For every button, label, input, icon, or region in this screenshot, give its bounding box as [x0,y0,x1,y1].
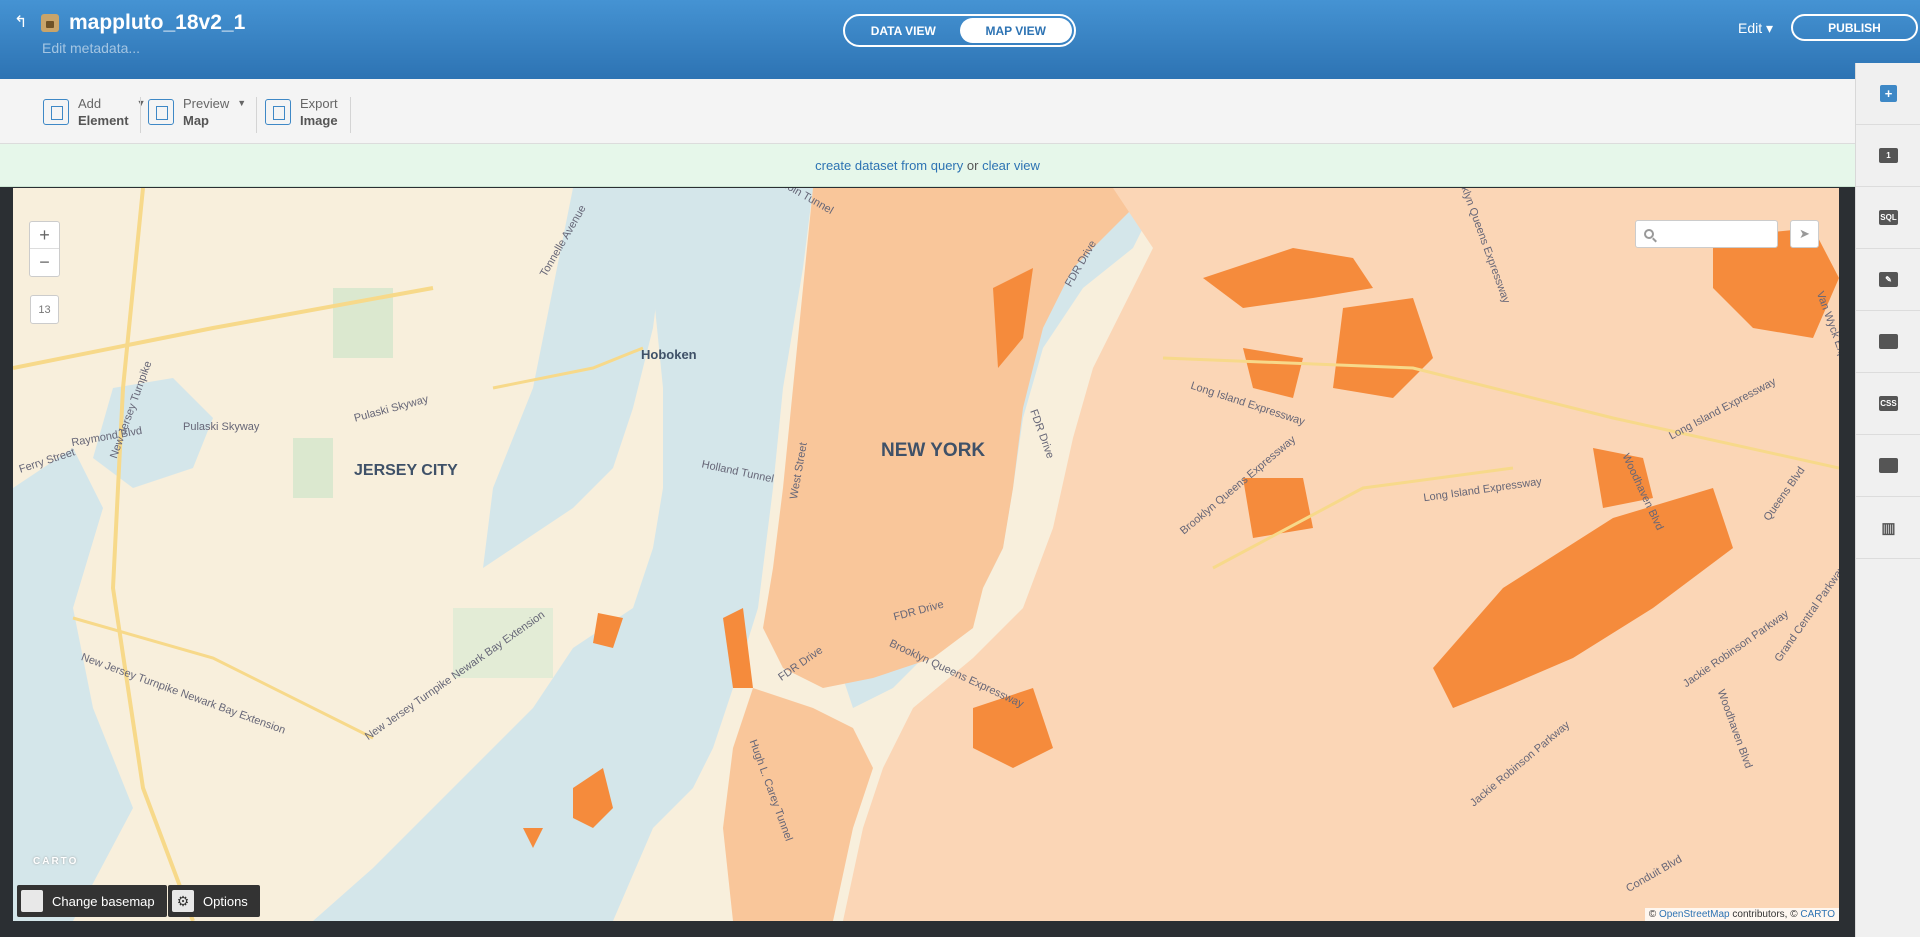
gear-icon: ⚙ [172,890,194,912]
export-label: Export [300,96,338,111]
plus-icon: + [1880,85,1897,102]
toolbar-divider [140,97,141,133]
wizard-button[interactable]: ✎ [1856,249,1920,311]
right-tool-panel: + 1 SQL ✎ CSS ▥ [1855,63,1920,937]
css-button[interactable]: CSS [1856,373,1920,435]
add-element-icon [43,99,69,125]
attribution-text: © [1648,909,1660,920]
caret-down-icon: ▼ [237,98,247,108]
element-label: Element [78,113,129,128]
create-dataset-link[interactable]: create dataset from query [815,158,963,173]
preview-map-icon [148,99,174,125]
map-attribution: © OpenStreetMap contributors, © CARTO [1644,908,1839,921]
basemap-thumbnail-icon [21,890,43,912]
data-view-tab[interactable]: DATA VIEW [847,18,960,43]
caret-down-icon: ▼ [136,98,146,108]
map-view-tab[interactable]: MAP VIEW [959,18,1072,43]
layer-number-icon: 1 [1879,148,1898,163]
app-header: ↰ mappluto_18v2_1 Edit metadata... DATA … [0,0,1920,79]
options-button[interactable]: ⚙ Options [168,885,260,917]
map-search-box[interactable] [1635,220,1778,248]
city-label-jersey-city: JERSEY CITY [354,462,458,479]
sql-button[interactable]: SQL [1856,187,1920,249]
location-arrow-icon: ➤ [1799,226,1810,241]
options-label: Options [203,893,248,909]
locate-button[interactable]: ➤ [1790,220,1819,248]
or-text: or [963,157,983,173]
map-canvas[interactable]: NEW YORK JERSEY CITY Hoboken New Jersey … [13,188,1839,921]
map-label: Map [183,113,209,128]
lock-icon[interactable] [41,14,59,32]
query-notice-bar: create dataset from query or clear view [0,144,1855,187]
infowindow-button[interactable] [1856,311,1920,373]
legend-icon [1879,458,1898,473]
change-basemap-label: Change basemap [52,893,155,909]
attribution-text: contributors, © [1729,909,1801,920]
carto-logo: CARTO [33,856,79,867]
add-element-button[interactable]: Add Element ▼ [43,94,146,130]
preview-map-button[interactable]: Preview Map ▼ [148,94,246,130]
road-label: Pulaski Skyway [183,421,260,433]
map-toolbar: Add Element ▼ Preview Map ▼ Export Image [0,79,1855,144]
edit-metadata-link[interactable]: Edit metadata... [42,40,140,56]
toolbar-divider [256,97,257,133]
view-toggle: DATA VIEW MAP VIEW [843,14,1076,47]
paintbrush-icon: ✎ [1879,272,1898,287]
city-label-new-york: NEW YORK [881,440,986,461]
bar-chart-icon: ▥ [1881,519,1896,537]
map-basemap [13,188,1839,921]
speech-bubble-icon [1879,334,1898,349]
export-image-button[interactable]: Export Image [265,94,338,130]
add-layer-button[interactable]: + [1856,63,1920,125]
osm-link[interactable]: OpenStreetMap [1659,909,1730,920]
add-label: Add [78,96,102,111]
toolbar-divider [350,97,351,133]
search-icon [1644,229,1654,239]
edit-menu[interactable]: Edit ▾ [1738,20,1773,37]
layer-1-button[interactable]: 1 [1856,125,1920,187]
sql-icon: SQL [1879,210,1898,225]
zoom-control: + − [29,221,60,277]
change-basemap-button[interactable]: Change basemap [17,885,167,917]
dataset-title[interactable]: mappluto_18v2_1 [69,11,245,35]
image-icon [265,99,291,125]
css-icon: CSS [1879,396,1898,411]
carto-link[interactable]: CARTO [1800,909,1835,920]
zoom-out-button[interactable]: − [30,249,59,276]
zoom-in-button[interactable]: + [30,222,59,249]
map-search-input[interactable] [1660,227,1770,241]
city-label-hoboken: Hoboken [641,347,697,362]
legend-button[interactable] [1856,435,1920,497]
bottom-strip [0,921,1855,937]
filters-button[interactable]: ▥ [1856,497,1920,559]
publish-button[interactable]: PUBLISH [1791,14,1918,41]
image-label: Image [300,113,338,128]
back-arrow-icon[interactable]: ↰ [14,12,27,32]
clear-view-link[interactable]: clear view [982,158,1040,173]
zoom-level-indicator: 13 [30,295,59,324]
preview-label: Preview [183,96,230,111]
